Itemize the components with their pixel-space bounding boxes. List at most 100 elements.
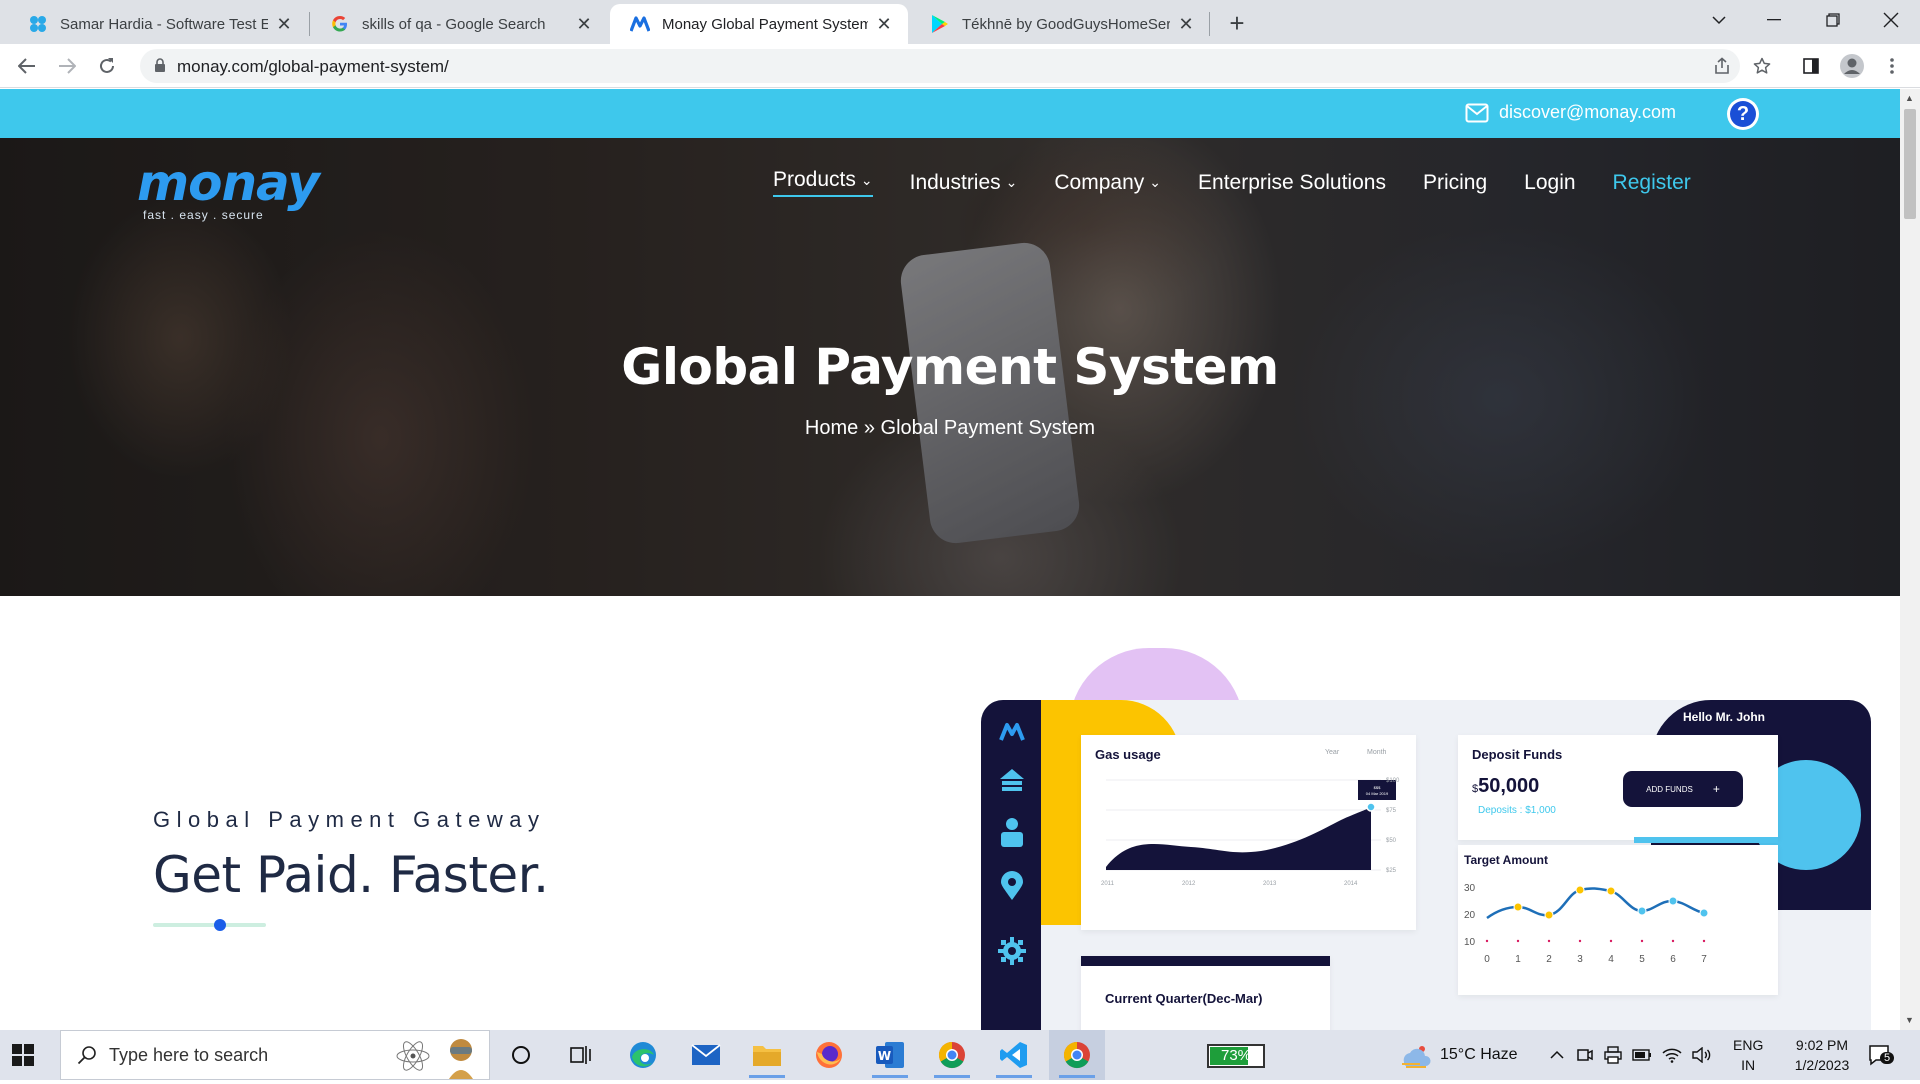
edge-icon[interactable] (615, 1030, 671, 1080)
battery-icon[interactable] (1632, 1049, 1652, 1061)
nav-register[interactable]: Register (1613, 171, 1691, 195)
side-panel-icon[interactable] (1795, 50, 1827, 82)
nav-products[interactable]: Products ⌄ (773, 168, 873, 197)
scrollbar-thumb[interactable] (1904, 109, 1916, 219)
decorative-cyan-bar (1634, 837, 1778, 843)
profile-avatar-icon[interactable] (1836, 50, 1868, 82)
notification-center-button[interactable]: 5 (1868, 1030, 1895, 1080)
bookmark-star-icon[interactable] (1746, 50, 1778, 82)
nav-label: Login (1524, 170, 1576, 194)
address-bar[interactable]: monay.com/global-payment-system/ (140, 49, 1740, 83)
close-tab-icon[interactable]: ✕ (574, 14, 594, 35)
volume-icon[interactable] (1692, 1047, 1712, 1063)
printer-icon[interactable] (1604, 1046, 1622, 1064)
tab-samar-hardia[interactable]: Samar Hardia - Software Test Eng ✕ (8, 4, 308, 44)
battery-meter[interactable]: 73% (1207, 1044, 1265, 1068)
chrome-icon[interactable] (924, 1030, 980, 1080)
firefox-icon[interactable] (801, 1030, 857, 1080)
file-explorer-icon[interactable] (739, 1030, 795, 1080)
tab-tekhne[interactable]: Tékhnē by GoodGuysHomeServic ✕ (910, 4, 1210, 44)
language-code: ENG (1733, 1037, 1764, 1053)
taskbar-search-box[interactable]: Type here to search (60, 1030, 490, 1080)
tooltip-value: $$$ (1374, 785, 1381, 790)
logo-wordmark: monay (137, 154, 320, 212)
word-icon[interactable]: W (862, 1030, 918, 1080)
nav-label: Register (1612, 170, 1691, 194)
back-button[interactable] (11, 50, 43, 82)
settings-gear-icon (998, 937, 1026, 965)
dashboard-panel: Hello Mr. John Gas usage Year Month $$$ … (981, 700, 1871, 1030)
amount-value: 50,000 (1478, 775, 1540, 797)
share-icon[interactable] (1706, 50, 1738, 82)
y-tick: 10 (1464, 937, 1476, 948)
task-view-icon[interactable] (553, 1030, 609, 1080)
browser-tab-strip: Samar Hardia - Software Test Eng ✕ skill… (0, 0, 1920, 44)
page-scrollbar[interactable]: ▲ ▼ (1900, 89, 1920, 1030)
nav-label: Products (773, 168, 856, 191)
breadcrumb-home[interactable]: Home (805, 417, 858, 439)
clock[interactable]: 9:02 PM 1/2/2023 (1780, 1030, 1864, 1080)
section-subheading: Global Payment Gateway (153, 807, 546, 832)
tab-search-chevron-icon[interactable] (1692, 0, 1746, 40)
weather-haze-icon (1400, 1042, 1432, 1068)
chrome-menu-icon[interactable] (1876, 50, 1908, 82)
scroll-down-arrow-icon[interactable]: ▼ (1905, 1015, 1914, 1025)
language-indicator[interactable]: ENG IN (1733, 1030, 1763, 1080)
target-amount-chart: 30 20 10 0 1 2 3 4 5 6 7 (1464, 883, 1709, 965)
divider-dot (214, 919, 226, 931)
dashboard-illustration: Hello Mr. John Gas usage Year Month $$$ … (981, 648, 1871, 1030)
vscode-icon[interactable] (986, 1030, 1042, 1080)
tab-monay[interactable]: Monay Global Payment System | ✕ (610, 4, 908, 44)
wifi-icon[interactable] (1662, 1047, 1682, 1063)
reload-button[interactable] (91, 50, 123, 82)
mail-icon (1465, 103, 1489, 122)
help-button[interactable]: ? (1727, 98, 1759, 130)
home-icon (998, 766, 1026, 794)
tab-google-search[interactable]: skills of qa - Google Search ✕ (310, 4, 608, 44)
nav-label: Industries (909, 170, 1001, 194)
weather-text: 15°C Haze (1440, 1046, 1518, 1063)
nav-label: Enterprise Solutions (1198, 170, 1386, 194)
lock-icon[interactable] (154, 58, 166, 78)
nav-pricing[interactable]: Pricing (1423, 171, 1487, 195)
x-tick: 2012 (1182, 881, 1196, 887)
x-tick: 2013 (1263, 881, 1277, 887)
forward-button[interactable] (51, 50, 83, 82)
show-hidden-icons-chevron-icon[interactable] (1550, 1050, 1564, 1060)
meet-now-icon[interactable] (1576, 1046, 1594, 1064)
restore-button[interactable] (1806, 0, 1860, 40)
weather-widget[interactable]: 15°C Haze (1400, 1030, 1518, 1080)
monay-logo[interactable]: monay fast . easy . secure (137, 154, 320, 222)
x-tick: 2 (1546, 954, 1552, 965)
y-tick: $75 (1386, 808, 1397, 814)
button-label: ADD FUNDS (1646, 784, 1693, 794)
nav-industries[interactable]: Industries ⌄ (910, 171, 1018, 195)
close-tab-icon[interactable]: ✕ (1176, 14, 1196, 35)
tab-title: Samar Hardia - Software Test Eng (60, 15, 268, 33)
email-link[interactable]: discover@monay.com (1465, 102, 1676, 123)
section-divider (153, 919, 266, 931)
mail-app-icon[interactable] (678, 1030, 734, 1080)
close-tab-icon[interactable]: ✕ (874, 14, 894, 35)
gas-area (1106, 807, 1371, 870)
new-tab-button[interactable]: + (1221, 8, 1253, 40)
minimize-button[interactable] (1747, 0, 1801, 40)
y-tick: $100 (1386, 778, 1400, 784)
svg-text:W: W (878, 1049, 891, 1063)
deposit-amount: $50,000 (1472, 775, 1539, 798)
atom-illustration-icon (395, 1040, 431, 1077)
chrome-active-icon[interactable] (1049, 1030, 1105, 1080)
windows-start-button[interactable] (12, 1044, 34, 1071)
close-window-button[interactable] (1864, 0, 1918, 40)
monay-mark-icon (998, 718, 1026, 746)
close-tab-icon[interactable]: ✕ (274, 14, 294, 35)
breadcrumb-current: Global Payment System (880, 417, 1096, 439)
cortana-icon[interactable] (493, 1030, 549, 1080)
plus-icon: + (1712, 782, 1720, 796)
clock-date: 1/2/2023 (1794, 1057, 1850, 1073)
profile-badge-icon (28, 14, 48, 34)
nav-enterprise-solutions[interactable]: Enterprise Solutions (1198, 171, 1386, 195)
scroll-up-arrow-icon[interactable]: ▲ (1905, 93, 1914, 103)
nav-company[interactable]: Company ⌄ (1054, 171, 1161, 195)
nav-login[interactable]: Login (1524, 171, 1575, 195)
